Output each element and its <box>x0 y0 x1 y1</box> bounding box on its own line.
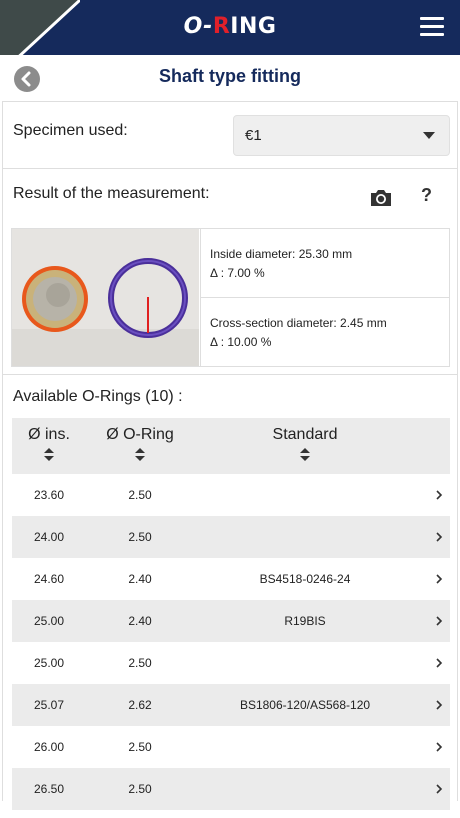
cell-standard: BS1806-120/AS568-120 <box>239 698 371 712</box>
column-header-standard[interactable]: Standard <box>230 426 380 461</box>
app-header: O-RING <box>0 0 460 55</box>
logo-suffix: ING <box>230 14 277 39</box>
cell-standard: R19BIS <box>284 614 326 628</box>
specimen-label: Specimen used: <box>13 122 128 139</box>
chevron-right-icon <box>436 490 443 500</box>
cell-standard: BS4518-0246-24 <box>259 572 351 586</box>
cross-delta-value: Δ : 10.00 % <box>210 335 272 349</box>
cell-inside-diameter: 25.07 <box>33 698 65 712</box>
table-row[interactable]: 24.00 2.50 <box>12 516 450 558</box>
cell-oring-diameter: 2.62 <box>128 698 152 712</box>
cell-oring-diameter: 2.50 <box>128 740 152 754</box>
chevron-right-icon <box>436 658 443 668</box>
table-header: Ø ins. Ø O-Ring Standard <box>12 418 450 474</box>
cell-oring-diameter: 2.50 <box>128 782 152 796</box>
measurement-box: Inside diameter: 25.30 mm Δ : 7.00 % Cro… <box>11 228 450 367</box>
orings-table: Ø ins. Ø O-Ring Standard 23.60 2.50 24.0… <box>12 418 450 810</box>
specimen-value: €1 <box>245 127 262 144</box>
sort-icon <box>135 448 145 461</box>
chevron-right-icon <box>436 742 443 752</box>
available-orings-title: Available O-Rings (10) : <box>13 388 183 405</box>
cell-oring-diameter: 2.50 <box>128 488 152 502</box>
chevron-right-icon <box>436 784 443 794</box>
app-logo: O-RING <box>0 14 460 39</box>
cell-inside-diameter: 23.60 <box>33 488 65 502</box>
result-label: Result of the measurement: <box>13 185 210 202</box>
measurement-photo <box>12 229 199 366</box>
cell-inside-diameter: 26.50 <box>33 782 65 796</box>
cross-section-value: Cross-section diameter: 2.45 mm <box>210 316 387 330</box>
table-row[interactable]: 25.00 2.40 R19BIS <box>12 600 450 642</box>
cell-oring-diameter: 2.40 <box>128 614 152 628</box>
chevron-right-icon <box>436 574 443 584</box>
help-button[interactable]: ? <box>421 185 432 206</box>
page-title: Shaft type fitting <box>159 66 301 86</box>
logo-accent-letter: R <box>212 14 231 39</box>
chevron-right-icon <box>436 616 443 626</box>
inside-diameter-value: Inside diameter: 25.30 mm <box>210 247 353 261</box>
inside-diameter-cell: Inside diameter: 25.30 mm Δ : 7.00 % <box>200 229 450 298</box>
logo-prefix: O- <box>183 14 213 39</box>
chevron-right-icon <box>436 532 443 542</box>
specimen-select[interactable]: €1 <box>233 115 450 156</box>
chevron-down-icon <box>423 132 435 139</box>
sort-icon <box>44 448 54 461</box>
cell-oring-diameter: 2.40 <box>128 572 152 586</box>
column-header-label: Ø ins. <box>28 426 70 443</box>
table-row[interactable]: 25.00 2.50 <box>12 642 450 684</box>
specimen-row: Specimen used: €1 <box>3 102 457 169</box>
hamburger-menu-icon[interactable] <box>420 17 444 37</box>
table-row[interactable]: 26.00 2.50 <box>12 726 450 768</box>
camera-icon[interactable] <box>369 188 393 208</box>
section-divider <box>3 374 457 375</box>
column-header-inside-diameter[interactable]: Ø ins. <box>20 426 78 461</box>
content-panel: Specimen used: €1 Result of the measurem… <box>2 101 458 810</box>
table-row[interactable]: 26.50 2.50 <box>12 768 450 810</box>
cell-inside-diameter: 25.00 <box>33 614 65 628</box>
table-row[interactable]: 24.60 2.40 BS4518-0246-24 <box>12 558 450 600</box>
cross-section-cell: Cross-section diameter: 2.45 mm Δ : 10.0… <box>200 298 450 366</box>
cell-inside-diameter: 24.00 <box>33 530 65 544</box>
inside-delta-value: Δ : 7.00 % <box>210 266 265 280</box>
chevron-right-icon <box>436 700 443 710</box>
table-row[interactable]: 23.60 2.50 <box>12 474 450 516</box>
cell-inside-diameter: 26.00 <box>33 740 65 754</box>
cell-inside-diameter: 24.60 <box>33 572 65 586</box>
column-header-oring-diameter[interactable]: Ø O-Ring <box>100 426 180 461</box>
cell-oring-diameter: 2.50 <box>128 656 152 670</box>
page-subheader: Shaft type fitting <box>0 55 460 101</box>
cell-oring-diameter: 2.50 <box>128 530 152 544</box>
table-row[interactable]: 25.07 2.62 BS1806-120/AS568-120 <box>12 684 450 726</box>
column-header-label: Ø O-Ring <box>106 426 174 443</box>
cell-inside-diameter: 25.00 <box>33 656 65 670</box>
sort-icon <box>300 448 310 461</box>
column-header-label: Standard <box>272 426 338 443</box>
